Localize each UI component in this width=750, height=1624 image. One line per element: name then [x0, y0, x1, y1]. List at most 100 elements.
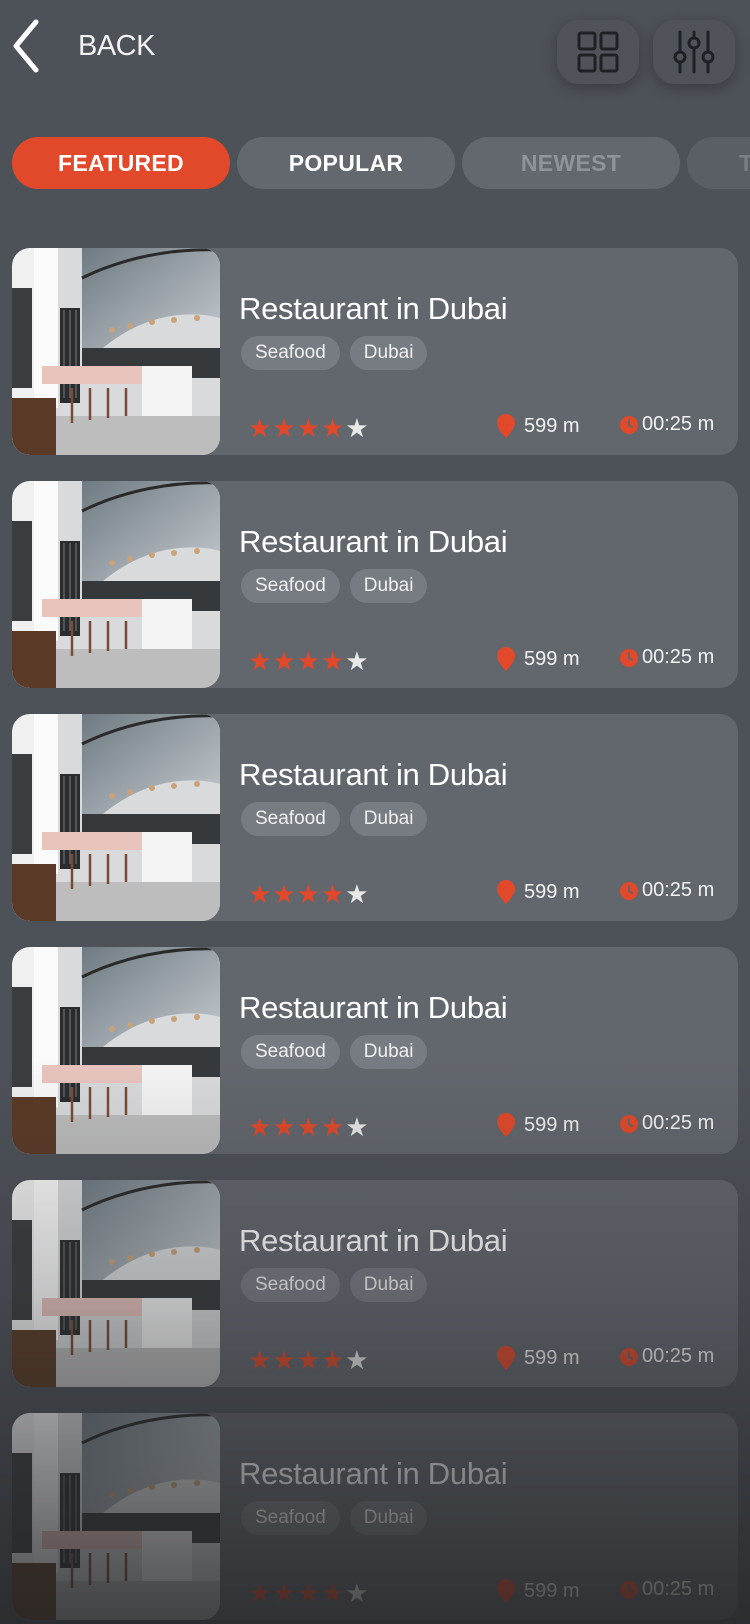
tag-location[interactable]: Dubai	[349, 1501, 428, 1535]
restaurant-title: Restaurant in Dubai	[239, 524, 508, 559]
back-label: BACK	[78, 29, 155, 62]
tab-featured[interactable]: FEATURED	[12, 137, 230, 189]
tag-cuisine[interactable]: Seafood	[241, 336, 340, 370]
tag-location[interactable]: Dubai	[349, 1035, 428, 1069]
time-value: 00:25 m	[642, 1345, 715, 1367]
tag-cuisine[interactable]: Seafood	[241, 1035, 340, 1069]
restaurant-photo	[12, 481, 220, 688]
restaurant-card[interactable]: Restaurant in Dubai Seafood Dubai ★ ★ ★ ★ ★ …	[12, 248, 738, 455]
distance-value: 599 m	[524, 647, 580, 670]
tag-list: Seafood Dubai	[241, 1501, 428, 1535]
tag-cuisine[interactable]: Seafood	[241, 1268, 340, 1302]
distance: 599 m	[496, 646, 580, 672]
restaurant-title: Restaurant in Dubai	[239, 291, 508, 326]
tab-popular[interactable]: POPULAR	[237, 137, 455, 189]
rating-stars: ★ ★ ★ ★ ★	[248, 1580, 369, 1606]
restaurant-card[interactable]: Restaurant in Dubai Seafood Dubai ★ ★ ★ ★ ★ …	[12, 1413, 738, 1620]
tag-cuisine[interactable]: Seafood	[241, 802, 340, 836]
time-value: 00:25 m	[642, 1112, 715, 1134]
tag-cuisine[interactable]: Seafood	[241, 569, 340, 603]
filter-button[interactable]	[653, 20, 735, 84]
distance: 599 m	[496, 879, 580, 905]
restaurant-card[interactable]: Restaurant in Dubai Seafood Dubai ★ ★ ★ ★ ★ …	[12, 1180, 738, 1387]
restaurant-list: Restaurant in Dubai Seafood Dubai ★ ★ ★ ★ ★ …	[12, 248, 738, 1624]
distance-value: 599 m	[524, 1346, 580, 1369]
rating-stars: ★ ★ ★ ★ ★	[248, 415, 369, 441]
star-filled-icon: ★	[272, 1345, 296, 1375]
tag-cuisine[interactable]: Seafood	[241, 1501, 340, 1535]
restaurant-photo	[12, 714, 220, 921]
tab-newest[interactable]: NEWEST	[462, 137, 680, 189]
delivery-time: 00:25 m	[619, 1345, 714, 1368]
star-empty-icon: ★	[345, 413, 369, 443]
star-filled-icon: ★	[296, 1112, 320, 1142]
distance-value: 599 m	[524, 414, 580, 437]
clock-icon	[620, 648, 638, 667]
star-filled-icon: ★	[248, 1578, 272, 1608]
star-filled-icon: ★	[296, 879, 320, 909]
clock-icon	[620, 1114, 638, 1133]
star-filled-icon: ★	[320, 1112, 345, 1142]
star-empty-icon: ★	[345, 879, 369, 909]
grid-view-button[interactable]	[557, 20, 639, 84]
restaurant-interior-image	[12, 714, 220, 921]
restaurant-title: Restaurant in Dubai	[239, 1456, 508, 1491]
tag-location[interactable]: Dubai	[349, 569, 428, 603]
distance-value: 599 m	[524, 880, 580, 903]
restaurant-title: Restaurant in Dubai	[239, 1223, 508, 1258]
star-filled-icon: ★	[248, 1112, 272, 1142]
restaurant-card[interactable]: Restaurant in Dubai Seafood Dubai ★ ★ ★ ★ ★ …	[12, 714, 738, 921]
distance-value: 599 m	[524, 1113, 580, 1136]
restaurant-card[interactable]: Restaurant in Dubai Seafood Dubai ★ ★ ★ ★ ★ …	[12, 481, 738, 688]
distance: 599 m	[496, 1578, 580, 1604]
restaurant-photo	[12, 947, 220, 1154]
star-filled-icon: ★	[272, 1578, 296, 1608]
restaurant-interior-image	[12, 947, 220, 1154]
location-pin-icon	[497, 1579, 515, 1603]
tag-list: Seafood Dubai	[241, 802, 428, 836]
restaurant-title: Restaurant in Dubai	[239, 990, 508, 1025]
star-filled-icon: ★	[320, 646, 345, 676]
restaurant-interior-image	[12, 481, 220, 688]
rating-stars: ★ ★ ★ ★ ★	[248, 1347, 369, 1373]
tab-more[interactable]: T	[687, 137, 750, 189]
star-filled-icon: ★	[272, 1112, 296, 1142]
filter-sliders-icon	[673, 30, 715, 74]
time-value: 00:25 m	[642, 879, 715, 901]
star-filled-icon: ★	[320, 879, 345, 909]
star-filled-icon: ★	[296, 413, 320, 443]
category-tabs: FEATURED POPULAR NEWEST T	[12, 137, 750, 189]
tag-list: Seafood Dubai	[241, 1268, 428, 1302]
star-filled-icon: ★	[296, 1578, 320, 1608]
back-button[interactable]: BACK	[10, 18, 155, 74]
star-filled-icon: ★	[320, 1345, 345, 1375]
star-empty-icon: ★	[345, 1112, 369, 1142]
tag-location[interactable]: Dubai	[349, 802, 428, 836]
time-value: 00:25 m	[642, 413, 715, 435]
tag-location[interactable]: Dubai	[349, 336, 428, 370]
delivery-time: 00:25 m	[619, 1112, 714, 1135]
grid-view-icon	[577, 31, 619, 73]
restaurant-title: Restaurant in Dubai	[239, 757, 508, 792]
restaurant-photo	[12, 248, 220, 455]
star-filled-icon: ★	[320, 413, 345, 443]
star-filled-icon: ★	[248, 646, 272, 676]
restaurant-card[interactable]: Restaurant in Dubai Seafood Dubai ★ ★ ★ ★ ★ …	[12, 947, 738, 1154]
star-empty-icon: ★	[345, 646, 369, 676]
delivery-time: 00:25 m	[619, 413, 714, 436]
restaurant-photo	[12, 1413, 220, 1620]
restaurant-interior-image	[12, 1180, 220, 1387]
clock-icon	[620, 881, 638, 900]
location-pin-icon	[497, 647, 515, 671]
location-pin-icon	[497, 1113, 515, 1137]
delivery-time: 00:25 m	[619, 879, 714, 902]
tag-location[interactable]: Dubai	[349, 1268, 428, 1302]
star-empty-icon: ★	[345, 1345, 369, 1375]
tag-list: Seafood Dubai	[241, 1035, 428, 1069]
tag-list: Seafood Dubai	[241, 569, 428, 603]
star-filled-icon: ★	[248, 879, 272, 909]
distance: 599 m	[496, 1112, 580, 1138]
delivery-time: 00:25 m	[619, 1578, 714, 1601]
back-chevron-icon	[13, 19, 39, 73]
star-filled-icon: ★	[272, 413, 296, 443]
